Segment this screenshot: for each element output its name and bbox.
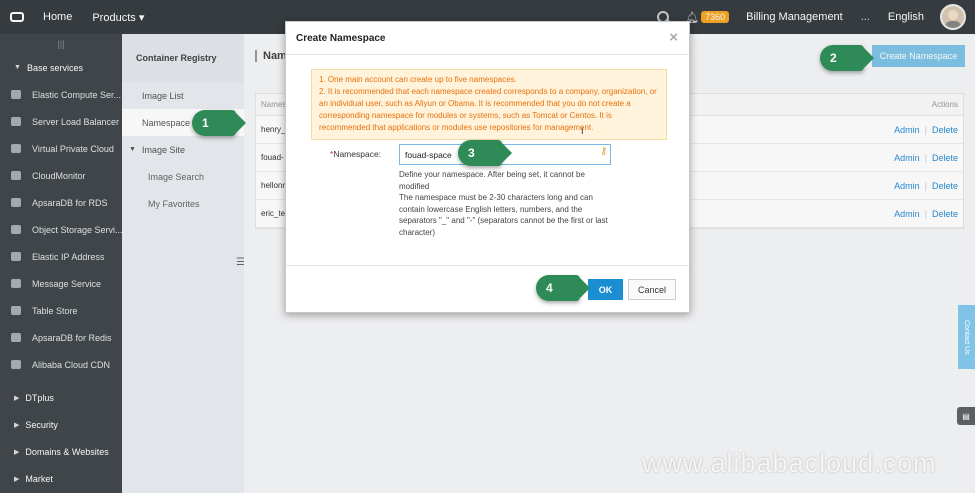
watermark: www.alibabacloud.com bbox=[642, 448, 937, 478]
cancel-button[interactable]: Cancel bbox=[628, 279, 676, 300]
dialog-title: Create Namespace bbox=[296, 32, 386, 44]
ok-button[interactable]: OK bbox=[588, 279, 623, 300]
step-callout-3: 3 bbox=[458, 140, 512, 166]
step-callout-4: 4 bbox=[536, 275, 590, 301]
notice-line-1: 1. One main account can create up to fiv… bbox=[319, 75, 517, 84]
namespace-field-label: *Namespace: bbox=[330, 149, 381, 159]
key-icon[interactable]: ⚷ bbox=[600, 146, 607, 157]
create-namespace-dialog: Create Namespace × 1. One main account c… bbox=[285, 21, 690, 313]
notice-box: 1. One main account can create up to fiv… bbox=[311, 69, 667, 140]
step-callout-2: 2 bbox=[820, 45, 874, 71]
namespace-help-text: Define your namespace. After being set, … bbox=[399, 169, 611, 239]
dialog-header: Create Namespace × bbox=[286, 22, 689, 55]
namespace-label-text: Namespace: bbox=[333, 149, 382, 159]
dialog-footer: OK Cancel bbox=[286, 265, 689, 313]
close-icon[interactable]: × bbox=[669, 30, 678, 45]
chat-icon[interactable]: ▤ bbox=[957, 407, 975, 425]
notice-line-2: 2. It is recommended that each namespace… bbox=[319, 87, 657, 132]
help-line-1: Define your namespace. After being set, … bbox=[399, 170, 585, 191]
help-line-2: The namespace must be 2-30 characters lo… bbox=[399, 193, 608, 237]
step-callout-1: 1 bbox=[192, 110, 246, 136]
contact-us-tab[interactable]: Contact Us bbox=[958, 305, 975, 369]
text-cursor-icon: I bbox=[581, 126, 584, 136]
